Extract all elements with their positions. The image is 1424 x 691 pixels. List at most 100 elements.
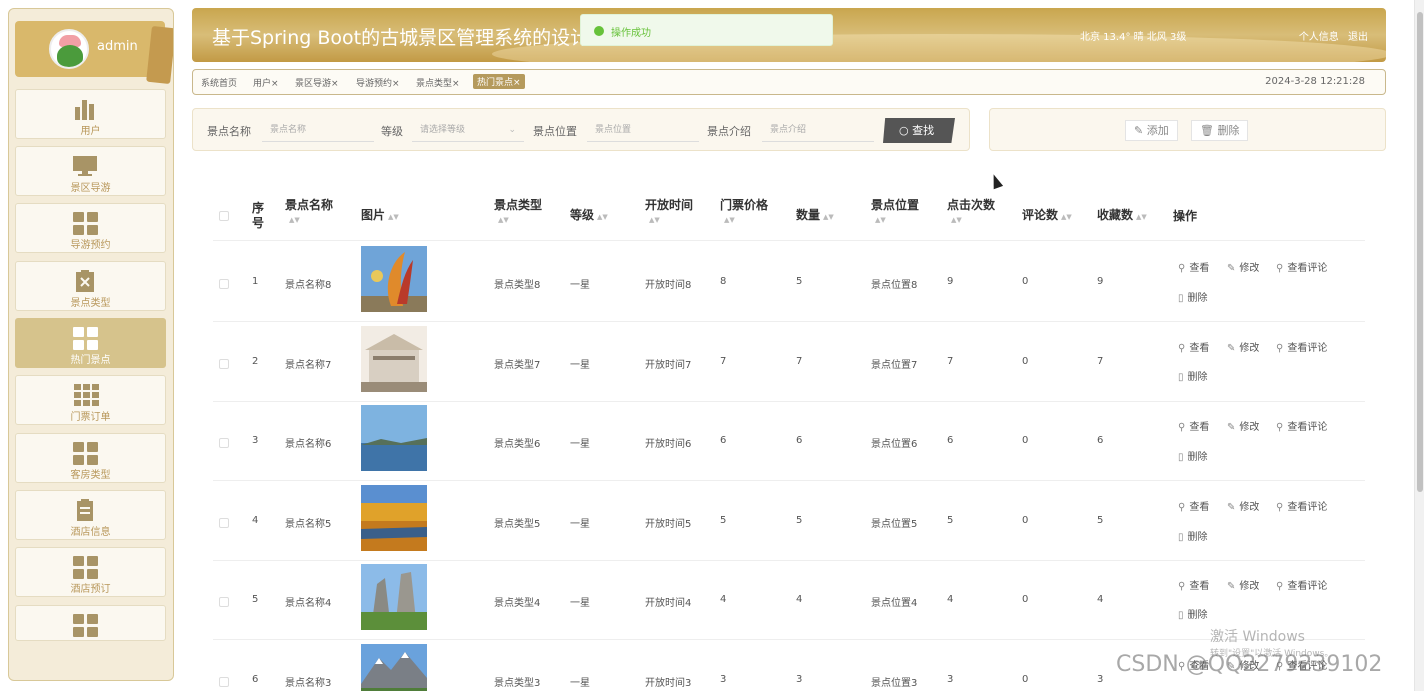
sort-icon[interactable]: ▲▼ (498, 213, 542, 228)
grid-icon (73, 614, 98, 637)
avatar[interactable] (49, 29, 89, 69)
cell-favorites: 9 (1097, 276, 1104, 287)
add-button[interactable]: ✎ 添加 (1125, 120, 1178, 141)
tab-spot-types[interactable]: 景点类型× (416, 76, 460, 89)
row-checkbox[interactable] (219, 518, 229, 528)
view-button[interactable]: ⚲ 查看 (1178, 339, 1209, 354)
col-level[interactable]: 等级 ▲▼ (570, 208, 608, 225)
row-checkbox[interactable] (219, 438, 229, 448)
row-checkbox[interactable] (219, 597, 229, 607)
grid-icon (73, 442, 98, 465)
edit-button[interactable]: ✎ 修改 (1227, 259, 1259, 274)
sort-icon[interactable]: ▲▼ (597, 213, 608, 221)
spot-image[interactable] (361, 485, 427, 551)
tab-hot-spots[interactable]: 热门景点× (473, 74, 525, 89)
cell-name: 景点名称8 (285, 280, 332, 291)
delete-row-button[interactable]: ▯ 删除 (1178, 528, 1208, 543)
logout-link[interactable]: 退出 (1348, 32, 1368, 43)
sort-icon[interactable]: ▲▼ (823, 213, 834, 221)
sidebar-item-more[interactable] (15, 605, 166, 641)
sidebar-item-users[interactable]: 用户 (15, 89, 166, 139)
tab-home[interactable]: 系统首页 (201, 76, 237, 89)
sort-icon[interactable]: ▲▼ (649, 213, 693, 228)
sidebar-item-room-types[interactable]: 客房类型 (15, 433, 166, 483)
col-count[interactable]: 数量 ▲▼ (796, 208, 834, 225)
name-input[interactable]: 景点名称 (262, 118, 374, 142)
sidebar-item-guide-booking[interactable]: 导游预约 (15, 203, 166, 253)
view-button[interactable]: ⚲ 查看 (1178, 577, 1209, 592)
delete-row-button[interactable]: ▯ 删除 (1178, 606, 1208, 621)
delete-row-button[interactable]: ▯ 删除 (1178, 368, 1208, 383)
col-price[interactable]: 门票价格 ▲▼ (720, 198, 768, 228)
edit-button[interactable]: ✎ 修改 (1227, 498, 1259, 513)
view-reviews-button[interactable]: ⚲ 查看评论 (1276, 339, 1327, 354)
search-icon: ⚲ (1178, 502, 1186, 513)
intro-input[interactable]: 景点介绍 (762, 118, 874, 142)
row-checkbox[interactable] (219, 359, 229, 369)
sidebar-item-guides[interactable]: 景区导游 (15, 146, 166, 196)
csdn-watermark: CSDN @QQ2279239102 (1116, 652, 1383, 677)
find-button[interactable]: ○ 查找 (883, 118, 955, 143)
col-reviews[interactable]: 评论数 ▲▼ (1022, 208, 1072, 225)
sort-icon[interactable]: ▲▼ (289, 213, 333, 228)
edit-button[interactable]: ✎ 修改 (1227, 577, 1259, 592)
col-clicks[interactable]: 点击次数 ▲▼ (947, 198, 995, 228)
scrollbar-thumb[interactable] (1417, 12, 1423, 492)
sidebar-item-spot-types[interactable]: 景点类型 (15, 261, 166, 311)
edit-button[interactable]: ✎ 修改 (1227, 418, 1259, 433)
view-button[interactable]: ⚲ 查看 (1178, 498, 1209, 513)
edit-button[interactable]: ✎ 修改 (1227, 339, 1259, 354)
sidebar-item-ticket-orders[interactable]: 门票订单 (15, 375, 166, 425)
sort-icon[interactable]: ▲▼ (1061, 213, 1072, 221)
sidebar-item-label: 用户 (80, 126, 101, 137)
sort-icon[interactable]: ▲▼ (875, 213, 919, 228)
delete-row-button[interactable]: ▯ 删除 (1178, 289, 1208, 304)
sidebar-item-hotel-booking[interactable]: 酒店预订 (15, 547, 166, 597)
cell-type: 景点类型5 (494, 519, 541, 530)
spot-image[interactable] (361, 246, 427, 312)
view-button[interactable]: ⚲ 查看 (1178, 418, 1209, 433)
select-all-checkbox[interactable] (219, 211, 229, 221)
col-type[interactable]: 景点类型 ▲▼ (494, 198, 542, 228)
col-open-time[interactable]: 开放时间 ▲▼ (645, 198, 693, 228)
row-checkbox[interactable] (219, 677, 229, 687)
delete-label: 删除 (1187, 452, 1208, 463)
view-reviews-button[interactable]: ⚲ 查看评论 (1276, 259, 1327, 274)
tab-guide-booking[interactable]: 导游预约× (356, 76, 400, 89)
sidebar-item-hot-spots[interactable]: 热门景点 (15, 318, 166, 368)
sort-icon[interactable]: ▲▼ (724, 213, 768, 228)
spot-image[interactable] (361, 564, 427, 630)
view-reviews-button[interactable]: ⚲ 查看评论 (1276, 498, 1327, 513)
delete-row-button[interactable]: ▯ 删除 (1178, 448, 1208, 463)
level-select[interactable]: 请选择等级 ⌄ (412, 118, 524, 142)
view-reviews-button[interactable]: ⚲ 查看评论 (1276, 418, 1327, 433)
add-button-label: 添加 (1146, 124, 1169, 137)
view-button[interactable]: ⚲ 查看 (1178, 259, 1209, 274)
profile-link[interactable]: 个人信息 (1299, 32, 1339, 43)
page-scrollbar[interactable] (1414, 0, 1424, 691)
cell-price: 3 (720, 674, 727, 685)
spot-image[interactable] (361, 405, 427, 471)
tab-users[interactable]: 用户× (253, 76, 279, 89)
row-checkbox[interactable] (219, 279, 229, 289)
user-card[interactable]: admin (15, 21, 173, 85)
sort-icon[interactable]: ▲▼ (388, 213, 399, 221)
delete-button[interactable]: 🗑 删除 (1191, 120, 1249, 141)
spot-image[interactable] (361, 644, 427, 691)
tab-guides[interactable]: 景区导游× (295, 76, 339, 89)
cell-favorites: 7 (1097, 356, 1104, 367)
view-reviews-button[interactable]: ⚲ 查看评论 (1276, 577, 1327, 592)
col-name[interactable]: 景点名称 ▲▼ (285, 198, 333, 228)
cell-level: 一星 (570, 678, 590, 689)
success-toast: 操作成功 (580, 14, 833, 46)
sort-icon[interactable]: ▲▼ (951, 213, 995, 228)
location-input[interactable]: 景点位置 (587, 118, 699, 142)
view-reviews-label: 查看评论 (1287, 581, 1328, 592)
spot-image[interactable] (361, 326, 427, 392)
col-image[interactable]: 图片 ▲▼ (361, 208, 399, 225)
sidebar-item-hotel-info[interactable]: 酒店信息 (15, 490, 166, 540)
col-favorites[interactable]: 收藏数 ▲▼ (1097, 208, 1147, 225)
col-location[interactable]: 景点位置 ▲▼ (871, 198, 919, 228)
cell-reviews: 0 (1022, 594, 1029, 605)
sort-icon[interactable]: ▲▼ (1136, 213, 1147, 221)
